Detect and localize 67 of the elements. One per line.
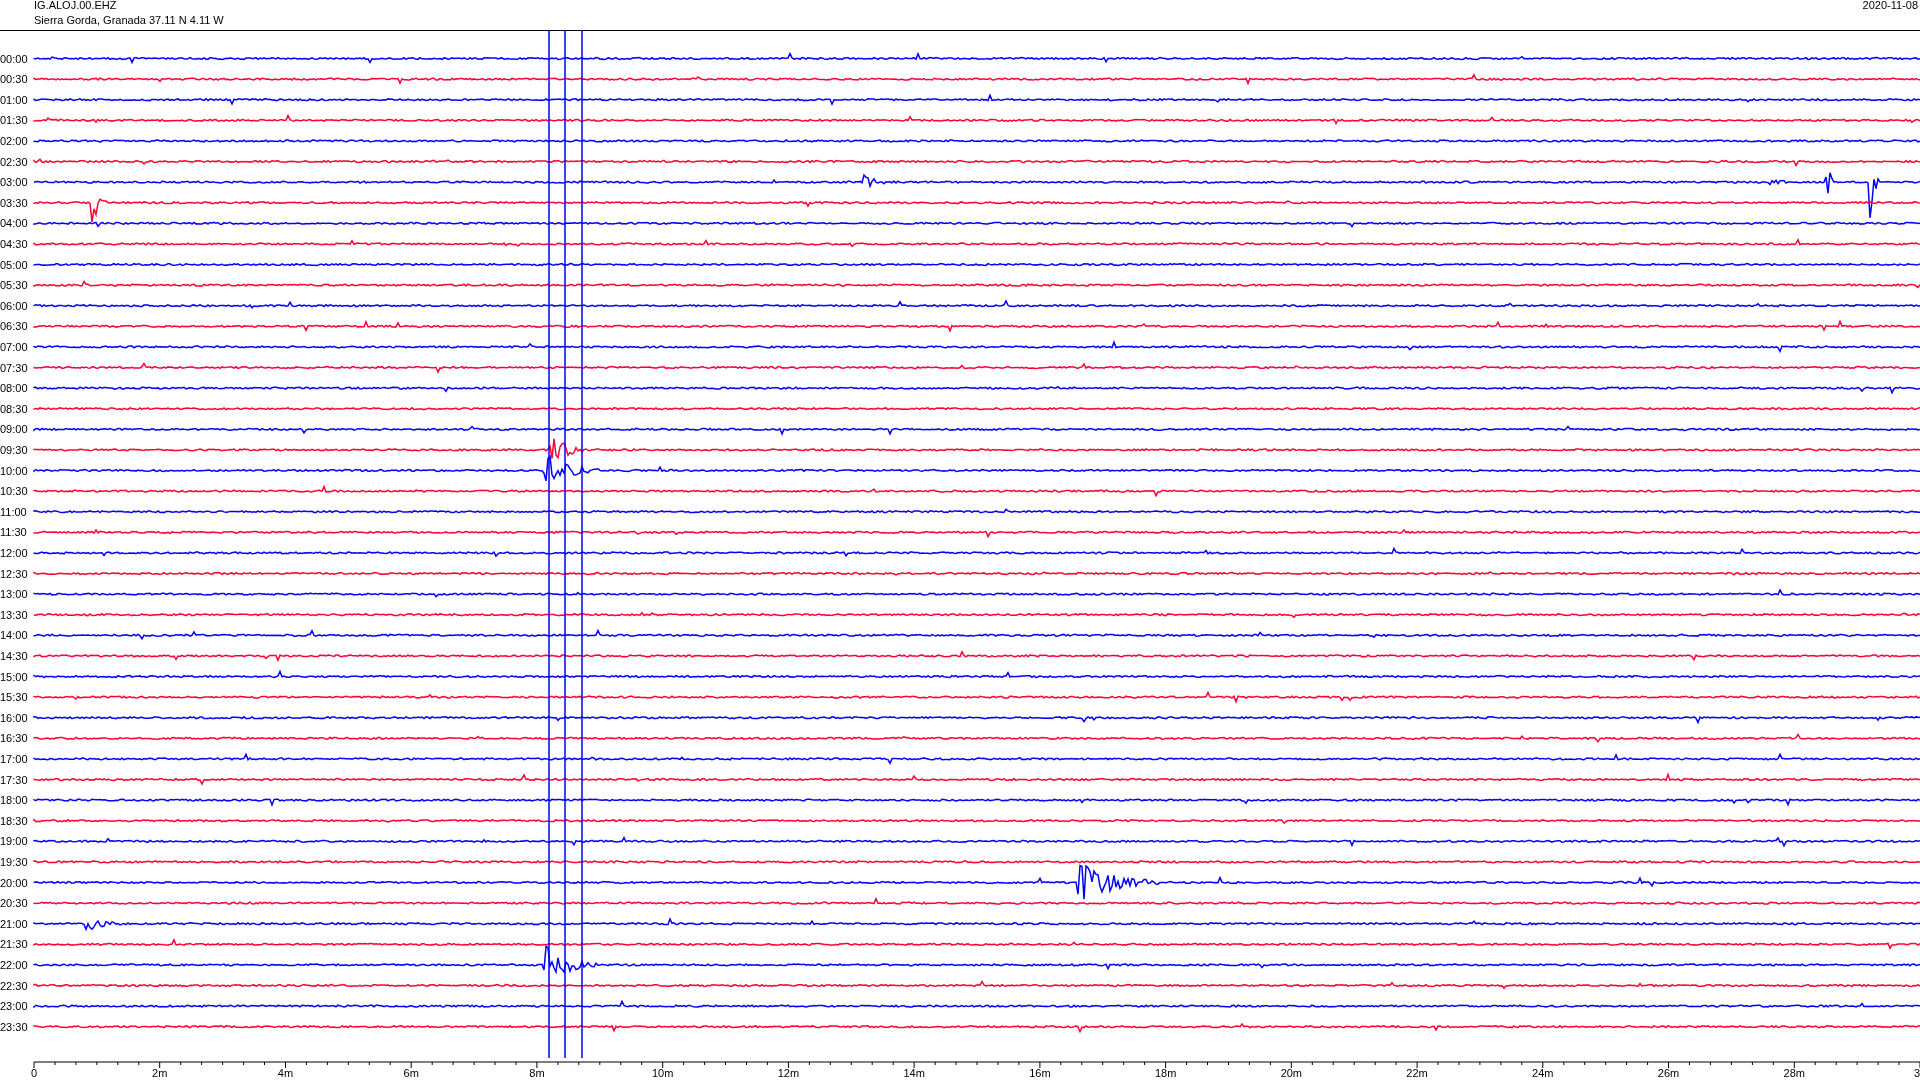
- axis-tick-label: 2m: [152, 1067, 168, 1079]
- time-label: 04:30: [0, 237, 28, 250]
- time-label: 18:00: [0, 794, 28, 807]
- axis-tick-label: 3: [1913, 1067, 1920, 1079]
- time-label: 05:00: [0, 258, 28, 271]
- time-label: 03:00: [0, 176, 28, 189]
- axis-tick-label: 8m: [529, 1067, 545, 1079]
- time-label: 21:30: [0, 938, 28, 951]
- time-label: 14:30: [0, 649, 28, 662]
- time-label: 21:00: [0, 917, 28, 930]
- time-label: 05:30: [0, 279, 28, 292]
- axis-tick-label: 22m: [1406, 1067, 1428, 1079]
- time-label: 10:30: [0, 485, 28, 498]
- time-label: 17:30: [0, 773, 28, 786]
- time-label: 16:00: [0, 711, 28, 724]
- time-label: 11:00: [0, 505, 27, 518]
- time-label: 11:30: [0, 526, 27, 539]
- time-label: 08:00: [0, 382, 28, 395]
- time-label: 23:00: [0, 1000, 28, 1013]
- time-label: 12:30: [0, 567, 28, 580]
- time-label: 13:00: [0, 588, 28, 601]
- time-label: 22:30: [0, 979, 28, 992]
- axis-tick-label: 20m: [1280, 1067, 1303, 1079]
- time-label: 20:00: [0, 876, 28, 889]
- time-label: 19:30: [0, 855, 28, 868]
- axis-tick-label: 12m: [777, 1067, 800, 1079]
- time-label: 17:00: [0, 752, 28, 765]
- time-label: 15:00: [0, 670, 28, 683]
- axis-tick-label: 6m: [403, 1067, 419, 1079]
- time-label: 19:00: [0, 835, 28, 848]
- time-label: 03:30: [0, 196, 28, 209]
- time-label: 02:30: [0, 155, 28, 168]
- axis-tick-label: 0: [30, 1067, 38, 1079]
- time-label: 06:00: [0, 299, 28, 312]
- time-label: 00:30: [0, 73, 28, 86]
- time-label: 09:30: [0, 443, 28, 456]
- axis-tick-label: 28m: [1783, 1067, 1805, 1079]
- time-label: 15:30: [0, 691, 28, 704]
- time-label: 23:30: [0, 1020, 28, 1033]
- plot-date: 2020-11-08: [1862, 0, 1918, 11]
- time-label: 04:00: [0, 217, 28, 230]
- time-label: 20:30: [0, 897, 28, 910]
- time-label: 01:00: [0, 93, 28, 106]
- axis-tick-label: 10m: [651, 1067, 674, 1079]
- axis-tick-label: 4m: [277, 1067, 294, 1079]
- axis-tick-label: 26m: [1657, 1067, 1680, 1079]
- time-label: 00:00: [0, 52, 28, 65]
- time-label: 07:00: [0, 340, 28, 353]
- time-label: 06:30: [0, 320, 28, 333]
- time-label: 16:30: [0, 732, 28, 745]
- axis-tick-label: 14m: [903, 1067, 925, 1079]
- axis-tick-label: 16m: [1029, 1067, 1051, 1079]
- time-label: 02:00: [0, 134, 28, 147]
- time-label: 18:30: [0, 814, 28, 827]
- time-label: 07:30: [0, 361, 28, 374]
- time-label: 22:00: [0, 958, 28, 971]
- time-label: 08:30: [0, 402, 28, 415]
- time-label: 01:30: [0, 114, 28, 127]
- time-label: 12:00: [0, 546, 28, 559]
- time-label: 13:30: [0, 608, 28, 621]
- channel-code: IG.ALOJ.00.EHZ: [34, 0, 117, 11]
- time-label: 09:00: [0, 423, 28, 436]
- time-label: 14:00: [0, 629, 28, 642]
- axis-tick-label: 18m: [1154, 1067, 1177, 1079]
- time-label: 10:00: [0, 464, 28, 477]
- station-location: Sierra Gorda, Granada 37.11 N 4.11 W: [34, 14, 224, 26]
- axis-tick-label: 24m: [1532, 1067, 1554, 1079]
